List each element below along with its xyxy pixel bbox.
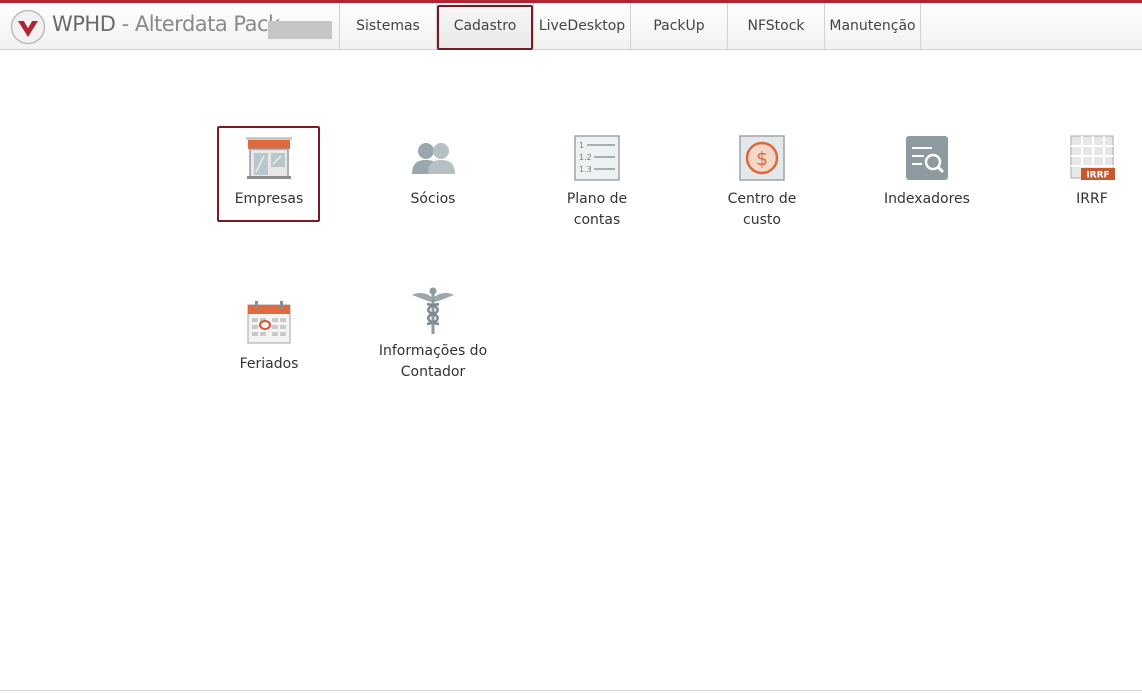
tab-label: LiveDesktop [538,18,626,34]
item-plano-de-contas[interactable]: 1 1.2 1.3 Plano de contas [545,134,649,231]
bottom-divider [0,690,1142,691]
item-label: Informações do Contador [378,343,488,380]
svg-text:IRRF: IRRF [1086,171,1109,181]
tab-label: NFStock [747,18,805,34]
tab-livedesktop[interactable]: LiveDesktop [533,3,630,49]
dollar-coin-icon: $ [739,135,785,181]
tab-label: Cadastro [453,18,517,34]
calendar-icon [247,301,291,344]
brand: WPHD - Alterdata Pack [0,3,339,49]
item-label: Empresas [234,191,304,207]
numbered-list-icon: 1 1.2 1.3 [574,135,620,181]
item-feriados[interactable]: Feriados [217,299,321,375]
item-label: Plano de contas [566,191,628,228]
item-empresas[interactable]: Empresas [217,126,321,222]
item-socios[interactable]: Sócios [381,134,485,210]
storefront-icon [246,137,292,179]
tab-manutencao[interactable]: Manutenção [824,3,921,49]
item-irrf[interactable]: IRRF IRRF [1040,134,1142,210]
tab-label: Sistemas [356,18,420,34]
tab-nfstock[interactable]: NFStock [727,3,824,49]
brand-title: WPHD - Alterdata Pack [52,12,280,36]
item-label: IRRF [1076,191,1108,207]
svg-text:1: 1 [579,141,584,150]
irrf-table-icon: IRRF [1070,135,1115,181]
svg-text:1.3: 1.3 [579,165,592,174]
menu-bar: WPHD - Alterdata Pack Sistemas Cadastro … [0,3,1142,50]
brand-separator: - [115,12,135,36]
alterdata-logo-icon [10,9,46,45]
item-label: Sócios [410,191,456,207]
tab-cadastro[interactable]: Cadastro [436,3,533,50]
tab-sistemas[interactable]: Sistemas [339,3,436,49]
people-icon [412,143,455,174]
item-label: Indexadores [884,191,970,207]
redacted-block [268,21,332,39]
caduceus-icon [412,287,454,334]
brand-subtitle: Alterdata Pack [134,12,280,36]
list-search-icon [906,136,948,180]
tab-packup[interactable]: PackUp [630,3,727,49]
tab-label: PackUp [653,18,705,34]
item-label: Feriados [239,356,299,372]
item-label: Centro de custo [727,191,797,228]
brand-main: WPHD [52,12,116,36]
tab-label: Manutenção [829,18,916,34]
item-indexadores[interactable]: Indexadores [875,134,979,210]
item-centro-de-custo[interactable]: $ Centro de custo [710,134,814,231]
svg-text:$: $ [756,148,768,170]
svg-text:1.2: 1.2 [579,153,592,162]
item-informacoes-do-contador[interactable]: Informações do Contador [371,286,495,383]
